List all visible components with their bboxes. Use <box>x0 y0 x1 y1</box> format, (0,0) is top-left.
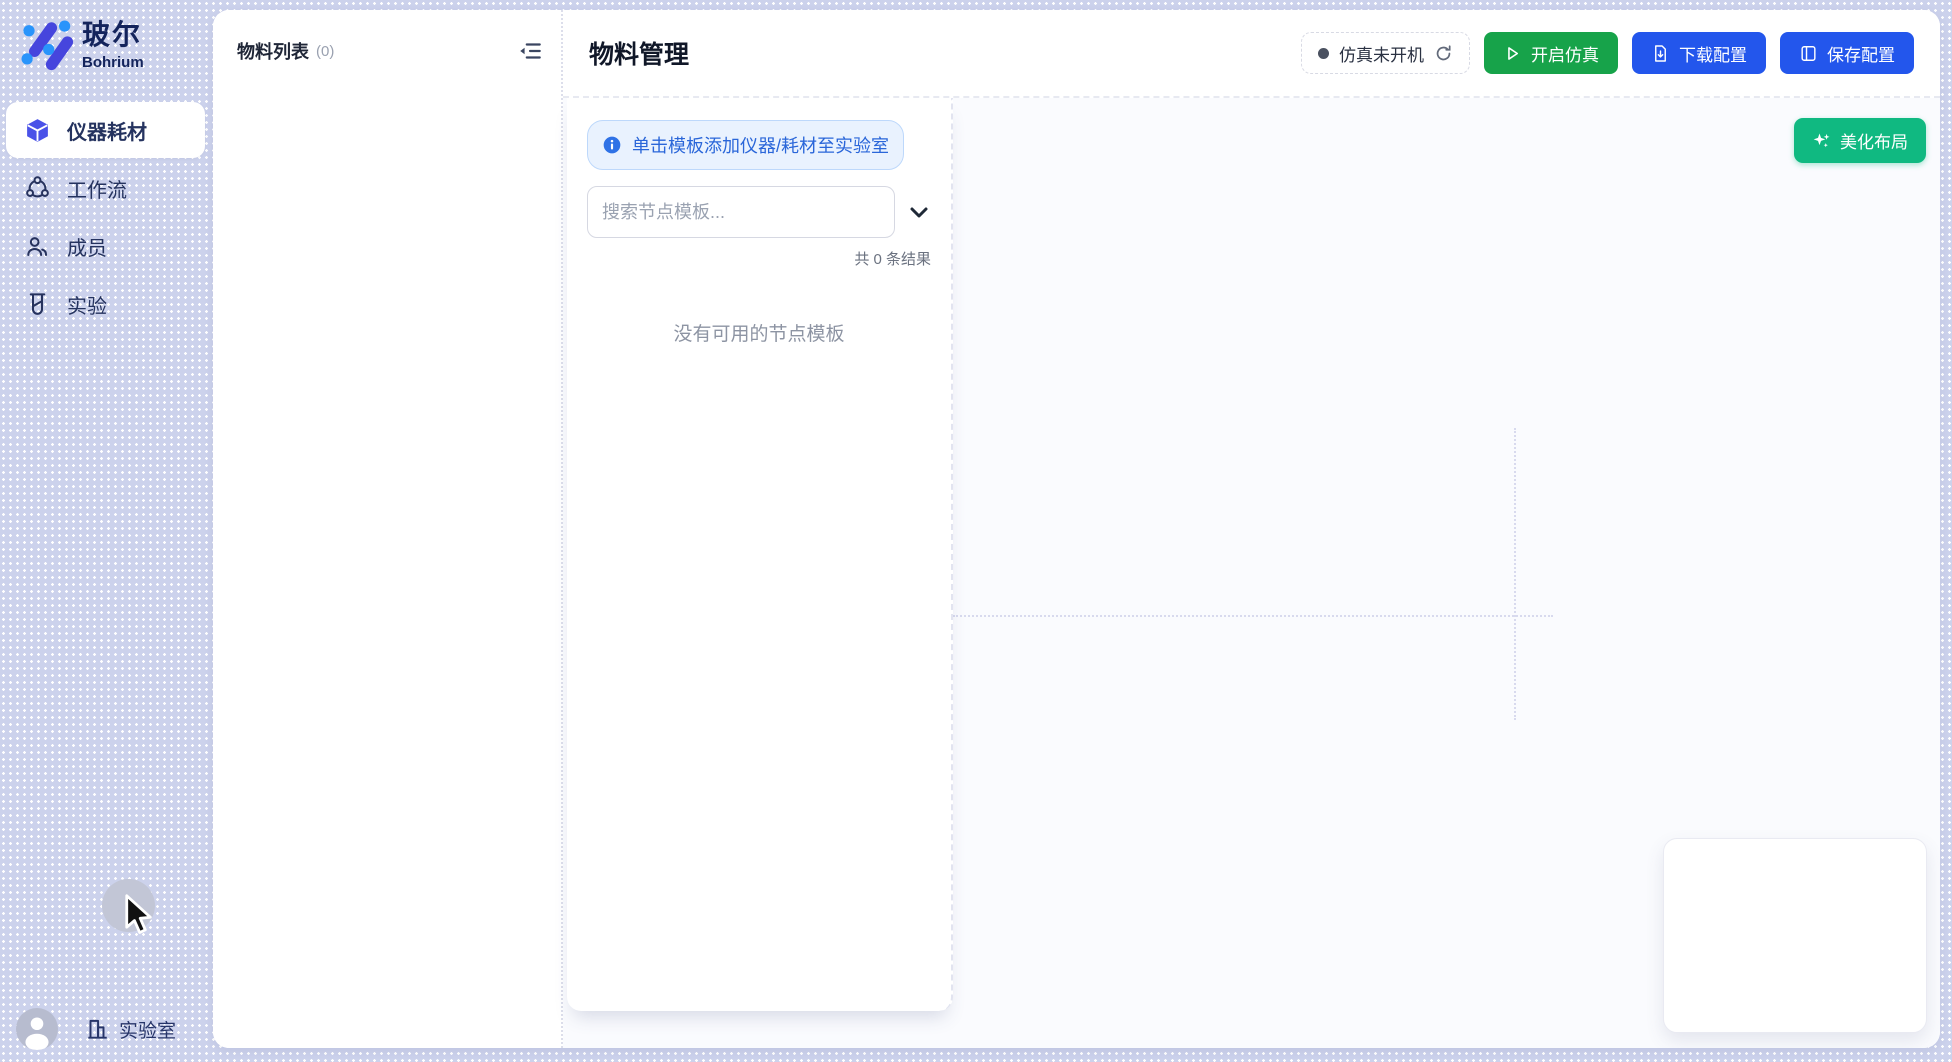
experiment-icon <box>24 291 51 318</box>
sidebar-footer: 实验室 <box>16 1008 176 1050</box>
mouse-cursor <box>121 894 157 936</box>
save-config-button[interactable]: 保存配置 <box>1780 32 1914 74</box>
template-results-count: 共 0 条结果 <box>587 248 931 269</box>
play-icon <box>1503 44 1522 63</box>
canvas-guide-horizontal <box>953 615 1553 617</box>
beautify-layout-label: 美化布局 <box>1840 128 1908 153</box>
canvas-guide-vertical <box>1514 428 1516 720</box>
app-sidebar: 玻尔 Bohrium 仪器耗材 工作流 <box>0 0 211 1062</box>
sidebar-item-label: 成员 <box>67 232 107 261</box>
sidebar-item-experiments[interactable]: 实验 <box>6 276 205 332</box>
start-simulation-button[interactable]: 开启仿真 <box>1484 32 1618 74</box>
node-template-panel: 单击模板添加仪器/耗材至实验室 共 0 条结果 没有可用的节点模板 <box>567 98 953 1011</box>
user-avatar[interactable] <box>16 1008 58 1050</box>
workflow-icon <box>24 175 51 202</box>
user-icon <box>16 1008 58 1050</box>
save-config-label: 保存配置 <box>1827 41 1895 66</box>
cube-icon <box>24 117 51 144</box>
template-search-input[interactable] <box>587 186 895 238</box>
lab-entry[interactable]: 实验室 <box>84 1016 176 1043</box>
page-header: 物料管理 仿真未开机 开启仿真 <box>563 10 1940 98</box>
page-title: 物料管理 <box>589 35 689 71</box>
flow-canvas[interactable]: 单击模板添加仪器/耗材至实验室 共 0 条结果 没有可用的节点模板 美化布 <box>563 98 1940 1048</box>
material-list-count: (0) <box>316 43 334 60</box>
header-actions: 仿真未开机 开启仿真 下载 <box>1301 32 1914 74</box>
sidebar-nav: 仪器耗材 工作流 成员 实验 <box>0 102 211 332</box>
simulation-status: 仿真未开机 <box>1301 32 1470 74</box>
save-icon <box>1799 44 1818 63</box>
collapse-panel-icon[interactable] <box>517 38 543 64</box>
status-label: 仿真未开机 <box>1339 41 1424 66</box>
download-config-button[interactable]: 下载配置 <box>1632 32 1766 74</box>
beautify-layout-button[interactable]: 美化布局 <box>1794 118 1926 163</box>
template-hint-text: 单击模板添加仪器/耗材至实验室 <box>632 132 889 158</box>
sidebar-item-label: 实验 <box>67 290 107 319</box>
sidebar-item-label: 工作流 <box>67 174 127 203</box>
template-empty-message: 没有可用的节点模板 <box>587 319 931 346</box>
template-hint-banner: 单击模板添加仪器/耗材至实验室 <box>587 120 904 170</box>
material-list-header: 物料列表 (0) <box>213 10 561 64</box>
main-card: 物料列表 (0) 物料管理 仿真未开机 <box>213 10 1940 1048</box>
members-icon <box>24 233 51 260</box>
file-download-icon <box>1651 44 1670 63</box>
sidebar-item-instruments[interactable]: 仪器耗材 <box>6 102 205 158</box>
building-icon <box>84 1016 110 1042</box>
status-dot-icon <box>1318 48 1329 59</box>
lab-entry-label: 实验室 <box>119 1016 176 1043</box>
material-list-title: 物料列表 <box>237 38 309 64</box>
brand-name: 玻尔 <box>82 13 144 53</box>
template-search-row <box>587 186 931 238</box>
material-list-panel: 物料列表 (0) <box>213 10 561 1048</box>
bohrium-logo-icon <box>14 12 74 72</box>
minimap-panel[interactable] <box>1663 838 1927 1033</box>
sidebar-item-members[interactable]: 成员 <box>6 218 205 274</box>
refresh-icon[interactable] <box>1434 44 1453 63</box>
chevron-down-icon[interactable] <box>907 200 931 224</box>
brand-logo: 玻尔 Bohrium <box>0 0 211 72</box>
sidebar-item-label: 仪器耗材 <box>67 116 147 145</box>
brand-subname: Bohrium <box>82 54 144 71</box>
download-config-label: 下载配置 <box>1679 41 1747 66</box>
info-icon <box>602 135 622 155</box>
sparkles-icon <box>1812 131 1832 151</box>
sidebar-item-workflow[interactable]: 工作流 <box>6 160 205 216</box>
start-simulation-label: 开启仿真 <box>1531 41 1599 66</box>
main-region: 物料管理 仿真未开机 开启仿真 <box>563 10 1940 1048</box>
